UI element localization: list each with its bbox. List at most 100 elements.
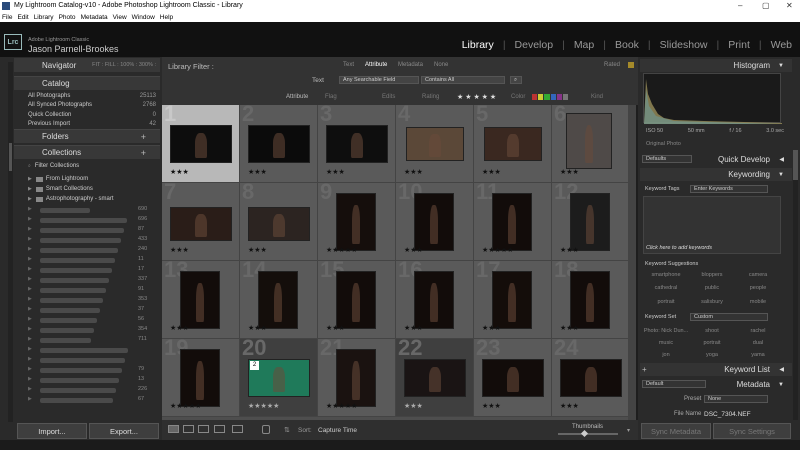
grid-cell[interactable]: 21 ★★★★★ — [318, 335, 396, 417]
photo-thumbnail[interactable] — [482, 359, 544, 397]
photo-thumbnail[interactable] — [336, 349, 376, 407]
compare-view-icon[interactable] — [198, 425, 209, 433]
keyword-list-header[interactable]: Keyword List ◀ — [640, 363, 792, 376]
keyword-set-item[interactable]: portrait — [689, 340, 735, 348]
star-rating[interactable]: ★★★ — [170, 324, 189, 332]
menu-edit[interactable]: Edit — [17, 14, 28, 21]
file-name-value[interactable]: DSC_7304.NEF — [704, 411, 751, 418]
star-rating[interactable]: ★★★ — [170, 168, 189, 176]
photo-thumbnail[interactable] — [336, 193, 376, 251]
import-button[interactable]: Import... — [17, 423, 87, 439]
photo-thumbnail[interactable] — [484, 127, 542, 161]
star-rating[interactable]: ★★★ — [326, 168, 345, 176]
grid-cell[interactable]: 17 ★★★ — [474, 257, 552, 339]
filter-tab-attribute[interactable]: Attribute — [365, 62, 387, 68]
collection-item[interactable] — [40, 398, 113, 403]
add-collection-icon[interactable]: + — [141, 148, 146, 158]
star-rating[interactable]: ★★★ — [248, 246, 267, 254]
grid-cell[interactable]: 1 ★★★ — [162, 105, 240, 183]
expand-triangle-icon[interactable]: ▶ — [28, 276, 32, 282]
keyword-set-item[interactable]: yama — [735, 352, 781, 360]
expand-triangle-icon[interactable]: ▶ — [28, 176, 32, 182]
collection-astrophotography[interactable]: ▶Astrophotography - smart38 — [28, 194, 230, 204]
survey-view-icon[interactable] — [214, 425, 225, 433]
star-rating[interactable]: ★★★ — [560, 324, 579, 332]
collection-item[interactable] — [40, 298, 103, 303]
keyword-set-item[interactable]: dual — [735, 340, 781, 348]
add-keyword-icon[interactable]: + — [642, 365, 647, 374]
grid-cell[interactable]: 24 ★★★ — [552, 335, 628, 417]
collection-item[interactable] — [40, 328, 94, 333]
grid-cell[interactable]: 7 ★★★ — [162, 179, 240, 261]
grid-view-icon[interactable] — [168, 425, 179, 433]
photo-thumbnail[interactable] — [248, 207, 310, 241]
collection-item[interactable] — [40, 368, 122, 373]
suggested-keyword[interactable]: smartphone — [643, 272, 689, 281]
menu-metadata[interactable]: Metadata — [81, 14, 108, 21]
color-label-swatches[interactable] — [532, 94, 569, 100]
expand-triangle-icon[interactable]: ▶ — [28, 186, 32, 192]
module-develop[interactable]: Develop — [515, 39, 554, 51]
collection-set-from-lightroom[interactable]: ▶ From Lightroom — [28, 174, 160, 184]
star-rating[interactable]: ★★★★★ — [326, 246, 357, 254]
expand-triangle-icon[interactable]: ▶ — [28, 316, 32, 322]
collection-item[interactable] — [40, 248, 118, 253]
menu-window[interactable]: Window — [132, 14, 155, 21]
metadata-view-select[interactable]: Default — [642, 380, 706, 388]
minimize-icon[interactable]: – — [738, 1, 742, 10]
collection-set-smart[interactable]: ▶ Smart Collections — [28, 184, 160, 194]
quick-develop-header[interactable]: Quick Develop ◀ — [700, 153, 792, 166]
grid-cell[interactable]: 16 ★★★ — [396, 257, 474, 339]
module-print[interactable]: Print — [728, 39, 750, 51]
photo-thumbnail[interactable] — [248, 125, 310, 163]
filter-tab-text[interactable]: Text — [343, 62, 354, 68]
collection-item[interactable] — [40, 358, 125, 363]
collection-item[interactable] — [40, 218, 127, 223]
star-rating[interactable]: ★★★★★ — [326, 402, 357, 410]
folders-header[interactable]: Folders + — [14, 129, 160, 143]
star-rating[interactable]: ★★★ — [404, 324, 423, 332]
grid-cell[interactable]: 5 ★★★ — [474, 105, 552, 183]
catalog-all-synced[interactable]: All Synced Photographs 2768 — [28, 100, 160, 109]
photo-thumbnail[interactable] — [414, 271, 454, 329]
keyword-set-item[interactable]: Photo: Nick Dun... — [643, 328, 689, 336]
expand-triangle-icon[interactable]: ▶ — [28, 296, 32, 302]
catalog-header[interactable]: Catalog — [14, 76, 160, 90]
module-map[interactable]: Map — [574, 39, 594, 51]
filter-collections[interactable]: ⌕ Filter Collections — [28, 161, 160, 171]
menu-library[interactable]: Library — [34, 14, 54, 21]
grid-cell[interactable]: 9 ★★★★★ — [318, 179, 396, 261]
suggested-keyword[interactable]: people — [735, 285, 781, 294]
grid-cell[interactable]: 14 ★★★ — [240, 257, 318, 339]
photo-thumbnail[interactable] — [180, 349, 220, 407]
quick-develop-preset[interactable]: Defaults — [642, 155, 692, 163]
menu-help[interactable]: Help — [160, 14, 173, 21]
sort-select[interactable]: Capture Time — [318, 427, 357, 434]
sync-settings-button[interactable]: Sync Settings — [713, 423, 791, 439]
star-rating[interactable]: ★★★ — [248, 324, 267, 332]
menu-photo[interactable]: Photo — [59, 14, 76, 21]
grid-cell[interactable]: 2 ★★★ — [240, 105, 318, 183]
stack-count-badge[interactable]: 2 — [250, 361, 259, 370]
contains-all-select[interactable]: Contains All — [421, 76, 505, 84]
grid-cell[interactable]: 22 ★★★ — [396, 335, 474, 417]
keyword-set-item[interactable]: shoot — [689, 328, 735, 336]
grid-cell[interactable]: 19 ★★★★★ — [162, 335, 240, 417]
photo-thumbnail[interactable] — [336, 271, 376, 329]
keywording-header[interactable]: Keywording ▼ — [640, 168, 792, 181]
expand-triangle-icon[interactable]: ▶ — [28, 206, 32, 212]
star-rating[interactable]: ★★★★★ — [170, 402, 201, 410]
catalog-all-photographs[interactable]: All Photographs 25113 — [28, 91, 160, 100]
right-scrollbar[interactable] — [793, 150, 798, 420]
expand-triangle-icon[interactable]: ▶ — [28, 326, 32, 332]
navigator-header[interactable]: Navigator FIT : FILL : 100% : 300% : — [14, 58, 160, 72]
star-rating[interactable]: ★★★ — [482, 402, 501, 410]
painter-icon[interactable] — [262, 425, 270, 434]
expand-triangle-icon[interactable]: ▶ — [28, 236, 32, 242]
keyword-set-item[interactable]: music — [643, 340, 689, 348]
catalog-quick-collection[interactable]: Quick Collection 0 — [28, 110, 160, 119]
collection-item[interactable] — [40, 308, 100, 313]
filter-tab-none[interactable]: None — [434, 62, 448, 68]
photo-thumbnail[interactable] — [414, 193, 454, 251]
collection-item[interactable] — [40, 268, 112, 273]
